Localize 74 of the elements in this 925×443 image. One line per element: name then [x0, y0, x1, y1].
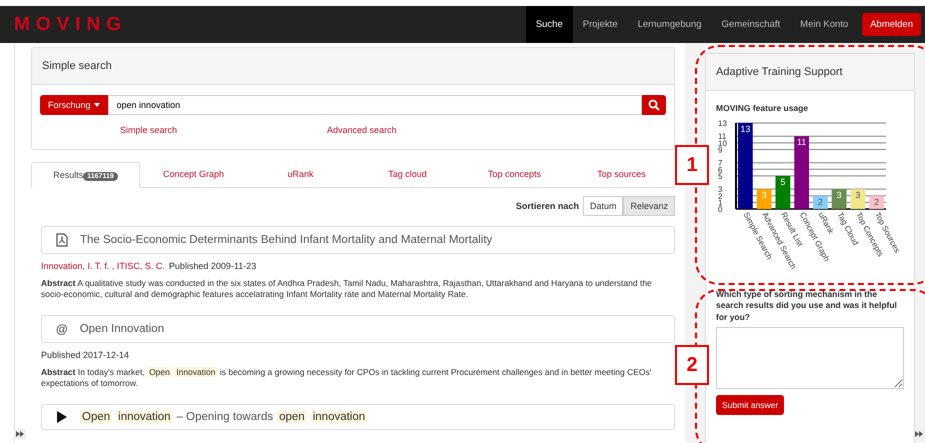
- sort-label: Sortieren nach: [516, 201, 579, 211]
- callout-number: 2: [675, 345, 709, 385]
- logout-button[interactable]: Abmelden: [862, 13, 921, 36]
- tab[interactable]: Top sources: [568, 162, 675, 187]
- abstract-text: Abstract In today's market, Open Innovation is becoming a growing necessity for CPOs in tackling current Procurement challenges and in better meeting CEOs' expectations of tomorrow.: [41, 366, 652, 390]
- search-icon: [648, 99, 660, 111]
- expand-icon[interactable]: [913, 429, 925, 439]
- search-field[interactable]: open innovation: [108, 95, 642, 115]
- y-tick-label: 1: [718, 198, 723, 208]
- question-text: Which type of sorting mechanism in the search results did you use and was it helpful for you?: [716, 289, 898, 324]
- data-label: 2: [818, 196, 823, 207]
- result-title-card[interactable]: @ Open Innovation: [41, 314, 675, 343]
- nav-link[interactable]: Suche: [526, 6, 573, 43]
- y-tick-label: 9: [718, 145, 723, 154]
- publish-date: Published 2009-11-23: [168, 261, 256, 271]
- bar: [756, 189, 772, 209]
- nav-link[interactable]: Lernumgebung: [628, 6, 712, 43]
- data-label: 3: [762, 190, 767, 200]
- search-mode-link[interactable]: Advanced search: [327, 125, 397, 135]
- y-tick-label: 0: [718, 205, 723, 214]
- y-tick-label: 13: [718, 119, 728, 128]
- result-title[interactable]: Open Innovation: [80, 322, 164, 335]
- result-title[interactable]: The Socio-Economic Determinants Behind Infant Mortality and Maternal Mortality: [80, 234, 492, 246]
- panel-title: Simple search: [32, 48, 674, 85]
- y-tick-label: 6: [718, 165, 723, 174]
- search-button[interactable]: [642, 95, 666, 115]
- bar: [832, 189, 846, 209]
- tab[interactable]: uRank: [247, 162, 354, 187]
- bar: [813, 196, 828, 209]
- result-title-card[interactable]: Open innovation – Opening towards open innovation: [41, 404, 675, 430]
- data-label: 3: [836, 190, 842, 200]
- y-tick-label: 10: [718, 138, 728, 148]
- bar: [738, 123, 753, 209]
- data-label: 13: [740, 124, 750, 134]
- title-word[interactable]: innovation: [310, 410, 368, 423]
- search-mode-link[interactable]: Simple search: [120, 125, 178, 135]
- document-icon: [56, 233, 68, 247]
- tab[interactable]: Top concepts: [461, 162, 568, 187]
- title-word[interactable]: open: [277, 410, 307, 423]
- nav-link[interactable]: Mein Konto: [790, 6, 858, 43]
- tab[interactable]: Tag cloud: [354, 162, 461, 187]
- bar: [776, 176, 790, 209]
- bar: [850, 189, 866, 209]
- sort-option[interactable]: Datum: [582, 196, 624, 216]
- y-tick-label: 3: [718, 185, 723, 194]
- callout-number: 1: [675, 145, 709, 185]
- abstract-text: Abstract A qualitative study was conducted in the six states of Andhra Pradesh, Tamil Nadu, Maharashtra, Rajasthan, Uttarakhand and Haryana to understand the socio-economic, cultural and demographic features accelatrating Infant Mortality rate and Maternal Mortality Rate.: [41, 278, 653, 301]
- publish-date: Published 2017-12-14: [41, 350, 130, 360]
- y-tick-label: 7: [718, 158, 723, 168]
- title-word[interactable]: – Opening towards: [176, 410, 274, 423]
- scope-dropdown[interactable]: Forschung: [40, 95, 108, 115]
- title-word[interactable]: Open: [80, 410, 112, 423]
- chart-title: MOVING feature usage: [716, 103, 810, 113]
- panel-title: Adaptive Training Support: [706, 54, 914, 91]
- result-title-card[interactable]: The Socio-Economic Determinants Behind Infant Mortality and Maternal Mortality: [41, 226, 675, 254]
- y-tick-label: 5: [718, 172, 723, 181]
- y-tick-label: 11: [718, 132, 727, 142]
- submit-button[interactable]: Submit answer: [716, 395, 784, 416]
- at-sign-icon: @: [56, 322, 68, 336]
- expand-icon[interactable]: [14, 429, 26, 439]
- y-tick-label: 2: [718, 192, 723, 201]
- bar: [794, 136, 809, 209]
- tab[interactable]: Concept Graph: [140, 162, 247, 187]
- data-label: 3: [855, 190, 860, 200]
- data-label: 2: [874, 196, 880, 207]
- title-word[interactable]: innovation: [116, 410, 173, 423]
- sort-option[interactable]: Relevanz: [623, 196, 675, 216]
- nav-link[interactable]: Projekte: [572, 6, 628, 43]
- nav-link[interactable]: Gemeinschaft: [712, 6, 790, 43]
- data-label: 11: [796, 137, 806, 148]
- caret-icon: [94, 103, 100, 107]
- data-label: 5: [780, 176, 786, 187]
- authors-link[interactable]: Innovation, I. T. f. , ITISC, S. C.: [41, 261, 165, 271]
- play-icon: [56, 410, 68, 423]
